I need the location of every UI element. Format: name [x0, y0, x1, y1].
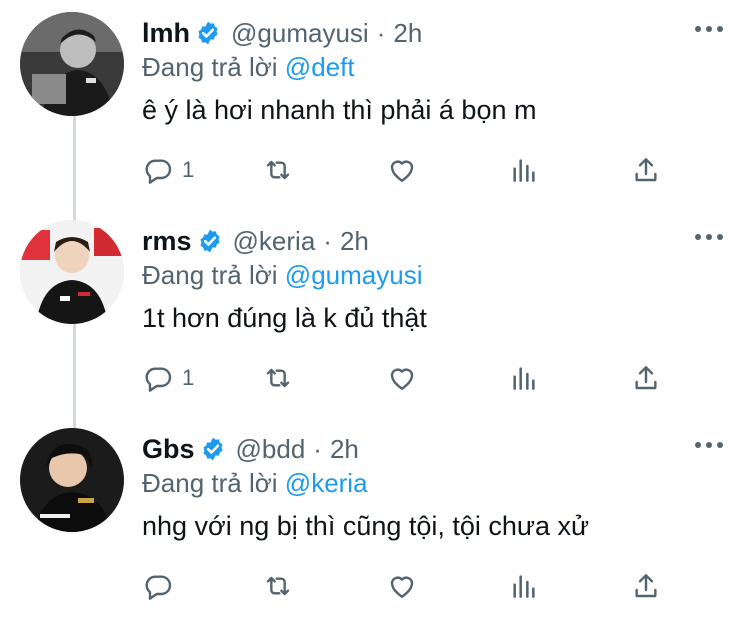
replying-to: Đang trả lời @keria [142, 468, 368, 499]
avatar-photo [20, 12, 124, 116]
reply-button[interactable]: 1 [142, 358, 194, 398]
share-button[interactable] [630, 150, 662, 190]
share-button[interactable] [630, 358, 662, 398]
avatar[interactable] [20, 428, 124, 532]
replying-to: Đang trả lời @gumayusi [142, 260, 422, 291]
avatar-photo [20, 428, 124, 532]
like-button[interactable] [386, 358, 418, 398]
action-bar: 1 [142, 358, 682, 398]
avatar[interactable] [20, 220, 124, 324]
handle[interactable]: @bdd [236, 434, 306, 465]
more-icon[interactable] [694, 230, 724, 244]
tweet-text: 1t hơn đúng là k đủ thật [142, 303, 427, 333]
reply-icon [145, 367, 172, 392]
mention-link[interactable]: @keria [285, 468, 368, 498]
retweet-icon [266, 160, 290, 180]
timestamp[interactable]: 2h [330, 434, 359, 465]
retweet-button[interactable] [262, 358, 294, 398]
avatar[interactable] [20, 12, 124, 116]
tweet-header: rms @keria · 2h [142, 222, 369, 260]
analytics-icon [513, 575, 535, 598]
tweet[interactable]: rms @keria · 2h Đang trả lời @gumayusi 1… [0, 208, 750, 416]
handle[interactable]: @gumayusi [231, 18, 369, 49]
share-icon [635, 366, 657, 390]
tweet[interactable]: Gbs @bdd · 2h Đang trả lời @keria nhg vớ… [0, 416, 750, 624]
mention-link[interactable]: @deft [285, 52, 355, 82]
display-name[interactable]: Gbs [142, 434, 195, 465]
reply-count: 1 [182, 365, 195, 390]
handle[interactable]: @keria [233, 226, 316, 257]
analytics-button[interactable] [508, 150, 540, 190]
analytics-button[interactable] [508, 566, 540, 606]
verified-icon [202, 437, 223, 461]
retweet-button[interactable] [262, 150, 294, 190]
action-bar [142, 566, 682, 606]
verified-icon [198, 21, 218, 45]
share-icon [635, 158, 657, 182]
retweet-button[interactable] [262, 566, 294, 606]
like-button[interactable] [386, 566, 418, 606]
separator: · [313, 433, 322, 464]
like-icon [390, 368, 414, 390]
reply-button[interactable] [142, 566, 182, 606]
separator: · [376, 17, 386, 48]
display-name[interactable]: lmh [142, 18, 190, 49]
tweet[interactable]: lmh @gumayusi · 2h Đang trả lời @deft ê … [0, 0, 750, 208]
analytics-icon [513, 367, 535, 390]
like-icon [390, 576, 414, 598]
tweet-header: lmh @gumayusi · 2h [142, 14, 422, 52]
display-name[interactable]: rms [142, 226, 192, 257]
timestamp[interactable]: 2h [393, 18, 422, 49]
replying-to-label: Đang trả lời [142, 468, 278, 498]
retweet-icon [266, 368, 290, 388]
tweet-text: nhg với ng bị thì cũng tội, tội chưa xử [142, 511, 590, 541]
replying-to-label: Đang trả lời [142, 260, 278, 290]
reply-icon [145, 575, 172, 600]
tweet-header: Gbs @bdd · 2h [142, 430, 359, 468]
analytics-button[interactable] [508, 358, 540, 398]
analytics-icon [513, 159, 535, 182]
like-button[interactable] [386, 150, 418, 190]
more-icon[interactable] [694, 438, 724, 452]
reply-icon [145, 159, 172, 184]
action-bar: 1 [142, 150, 682, 190]
verified-icon [199, 229, 220, 253]
avatar-photo [20, 220, 124, 324]
separator: · [323, 225, 332, 256]
more-icon[interactable] [694, 22, 724, 36]
replying-to-label: Đang trả lời [142, 52, 278, 82]
like-icon [390, 160, 414, 182]
mention-link[interactable]: @gumayusi [285, 260, 423, 290]
share-icon [635, 574, 657, 598]
reply-count: 1 [182, 157, 195, 182]
tweet-text: ê ý là hơi nhanh thì phải á bọn m [142, 95, 537, 125]
reply-button[interactable]: 1 [142, 150, 194, 190]
timestamp[interactable]: 2h [340, 226, 369, 257]
share-button[interactable] [630, 566, 662, 606]
replying-to: Đang trả lời @deft [142, 52, 355, 83]
retweet-icon [266, 576, 290, 596]
